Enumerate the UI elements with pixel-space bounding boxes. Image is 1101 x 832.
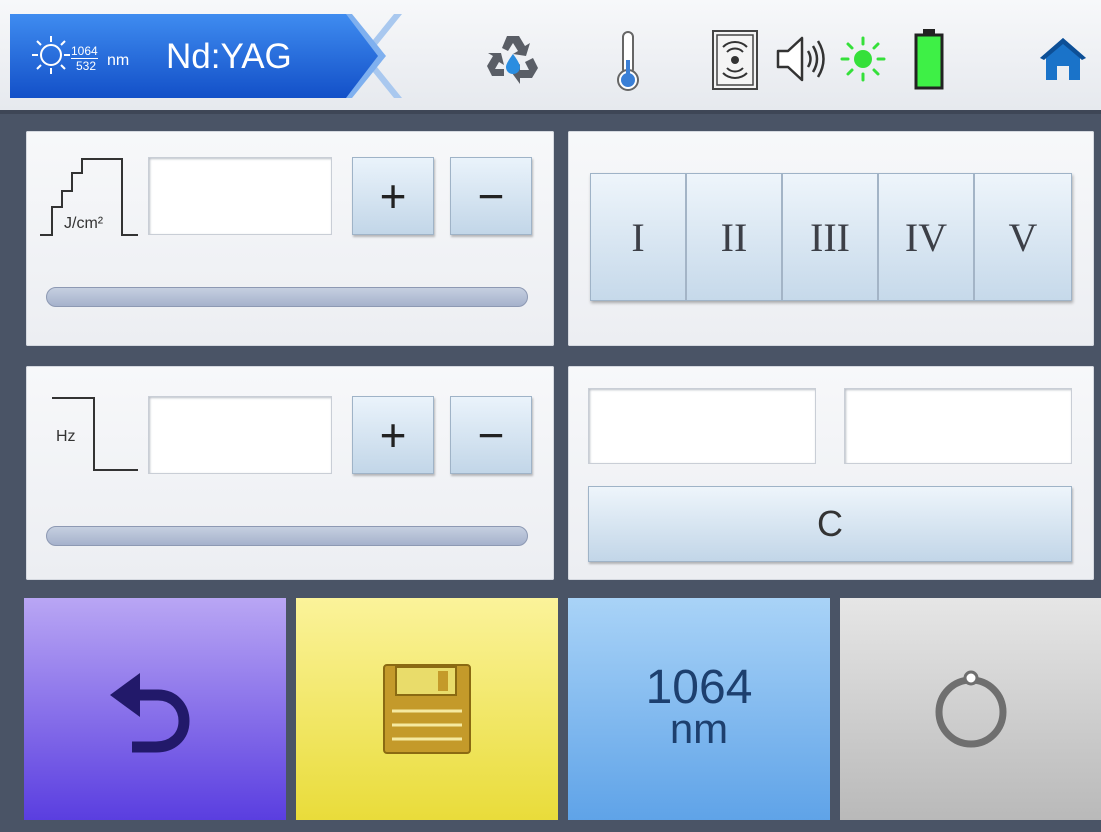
fluence-slider[interactable]: [46, 287, 528, 307]
frequency-slider[interactable]: [46, 526, 528, 546]
wavelength-button-unit: nm: [669, 705, 729, 752]
wavelength-secondary: 532: [76, 59, 97, 73]
power-ring-icon: [935, 670, 1006, 748]
fluence-plus-button[interactable]: +: [352, 157, 434, 235]
plus-label: +: [379, 409, 407, 461]
counter-field-b[interactable]: [844, 388, 1072, 464]
wavelength-button[interactable]: 1064 nm: [568, 598, 830, 820]
counter-panel: C: [568, 366, 1094, 580]
laser-name: Nd:YAG: [166, 37, 292, 76]
level-button-1[interactable]: I: [591, 174, 687, 300]
water-recycle-icon: [487, 36, 538, 84]
battery-icon: [914, 29, 944, 90]
thermometer-icon: [617, 31, 639, 91]
minus-label: −: [477, 409, 505, 461]
clear-label: C: [817, 503, 843, 544]
sensor-icon: [712, 30, 758, 90]
level-panel: I II III IV V: [568, 131, 1094, 346]
ready-button[interactable]: [840, 598, 1101, 820]
undo-arrow-icon: [110, 673, 190, 753]
clear-counter-button[interactable]: C: [588, 486, 1072, 562]
frequency-plus-button[interactable]: +: [352, 396, 434, 474]
level-button-5[interactable]: V: [975, 174, 1071, 300]
plus-label: +: [379, 170, 407, 222]
laser-sun-icon: [32, 36, 70, 74]
save-button[interactable]: [296, 598, 558, 820]
frequency-minus-button[interactable]: −: [450, 396, 532, 474]
wavelength-unit: nm: [107, 52, 130, 69]
wavelength-primary: 1064: [71, 44, 98, 59]
floppy-disk-icon: [383, 664, 471, 754]
home-icon[interactable]: [1038, 36, 1088, 82]
frequency-panel: Hz + −: [26, 366, 554, 580]
speaker-icon: [776, 36, 825, 82]
frequency-unit-label: Hz: [56, 428, 76, 445]
level-button-4[interactable]: IV: [879, 174, 975, 300]
laser-mode-badge[interactable]: 1064 532 nm Nd:YAG: [10, 14, 402, 98]
counter-field-a[interactable]: [588, 388, 816, 464]
level-button-3[interactable]: III: [783, 174, 879, 300]
level-button-2[interactable]: II: [687, 174, 783, 300]
wavelength-value: 1064: [645, 661, 753, 714]
level-selector: I II III IV V: [590, 173, 1072, 301]
fluence-value-field[interactable]: [148, 157, 332, 235]
fluence-unit-label: J/cm²: [64, 215, 104, 232]
minus-label: −: [477, 170, 505, 222]
fluence-panel: J/cm² + −: [26, 131, 554, 346]
status-header: 1064 532 nm Nd:YAG: [0, 0, 1101, 114]
frequency-value-field[interactable]: [148, 396, 332, 474]
fluence-minus-button[interactable]: −: [450, 157, 532, 235]
back-button[interactable]: [24, 598, 286, 820]
light-status-icon: [840, 36, 886, 82]
